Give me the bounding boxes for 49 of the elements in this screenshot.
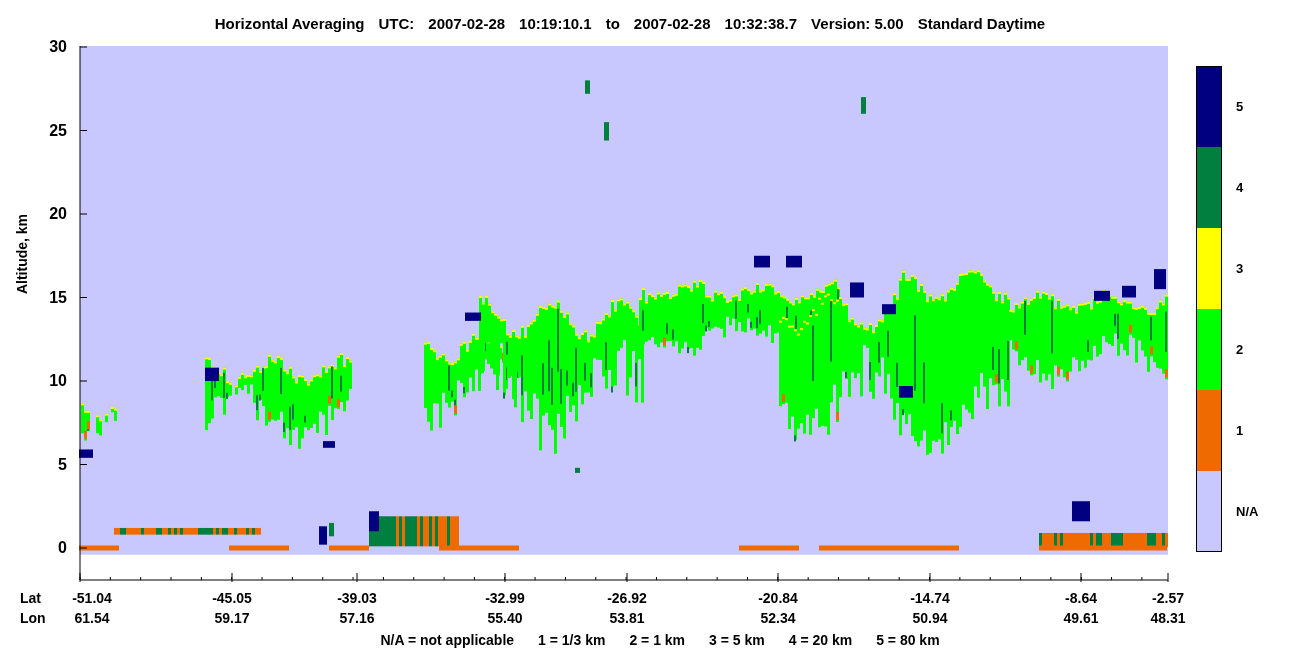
axis-tick-label: -51.04 [72, 590, 112, 606]
axis-tick-label: 59.17 [214, 610, 250, 626]
axis-tick-label: 50.94 [912, 610, 948, 626]
axis-tick-label: 10 [49, 372, 67, 390]
axis-tick-label: 57.16 [339, 610, 375, 626]
axis-tick-label: -26.92 [607, 590, 647, 606]
chart-title: Horizontal Averaging [214, 14, 365, 32]
axis-tick-label: 20 [49, 205, 67, 223]
chart-title: Standard Daytime [917, 14, 1046, 32]
legend-label: 1 [1236, 423, 1244, 438]
axis-row-label: Lon [20, 610, 46, 626]
legend-label: 3 [1236, 261, 1244, 276]
chart-title: 10:32:38.7 [724, 14, 798, 32]
legend-note: 2 = 1 km [629, 632, 686, 648]
axis-tick-label: 25 [49, 121, 67, 140]
chart-title: 10:19:10.1 [519, 14, 592, 32]
legend-label: N/A [1236, 504, 1259, 519]
legend-label: 4 [1236, 180, 1244, 195]
axis-tick-label: 30 [49, 38, 67, 56]
legend-note: 5 = 80 km [876, 632, 940, 648]
chart-title: 2007-02-28 [428, 14, 506, 32]
axis-tick-label: -39.03 [337, 590, 377, 606]
axis-tick-label: 52.34 [760, 610, 796, 626]
axis-row-label: Lat [20, 590, 41, 606]
axis-tick-label: -14.74 [910, 590, 950, 606]
legend-note: 3 = 5 km [709, 632, 765, 648]
axis-tick-label: -32.99 [485, 590, 525, 606]
chart-title: UTC: [378, 14, 415, 32]
axis-tick-label: 61.54 [74, 610, 110, 626]
axis-tick-label: -8.64 [1065, 590, 1097, 606]
legend-label: 2 [1236, 342, 1244, 357]
legend-note: 1 = 1/3 km [538, 632, 606, 648]
axis-tick-label: 53.81 [609, 610, 645, 626]
axis-tick-label: 0 [58, 539, 67, 557]
axis-tick-label: -20.84 [758, 590, 798, 606]
axis-tick-label: 48.31 [1150, 610, 1186, 626]
legend-note: 4 = 20 km [788, 632, 853, 648]
axis-tick-label: -45.05 [212, 590, 252, 606]
axis-tick-label: 5 [58, 455, 67, 474]
axis-tick-label: 15 [49, 288, 67, 307]
legend-label: 5 [1236, 99, 1244, 114]
chart-title: 2007-02-28 [633, 14, 711, 32]
axis-label: Altitude, km [14, 213, 30, 295]
chart-title: Version: 5.00 [811, 14, 904, 32]
axis-tick-label: 55.40 [487, 610, 523, 626]
chart-title: to [605, 14, 620, 32]
axis-tick-label: -2.57 [1152, 590, 1184, 606]
axis-tick-label: 49.61 [1063, 610, 1099, 626]
legend-note: N/A = not applicable [380, 632, 515, 648]
